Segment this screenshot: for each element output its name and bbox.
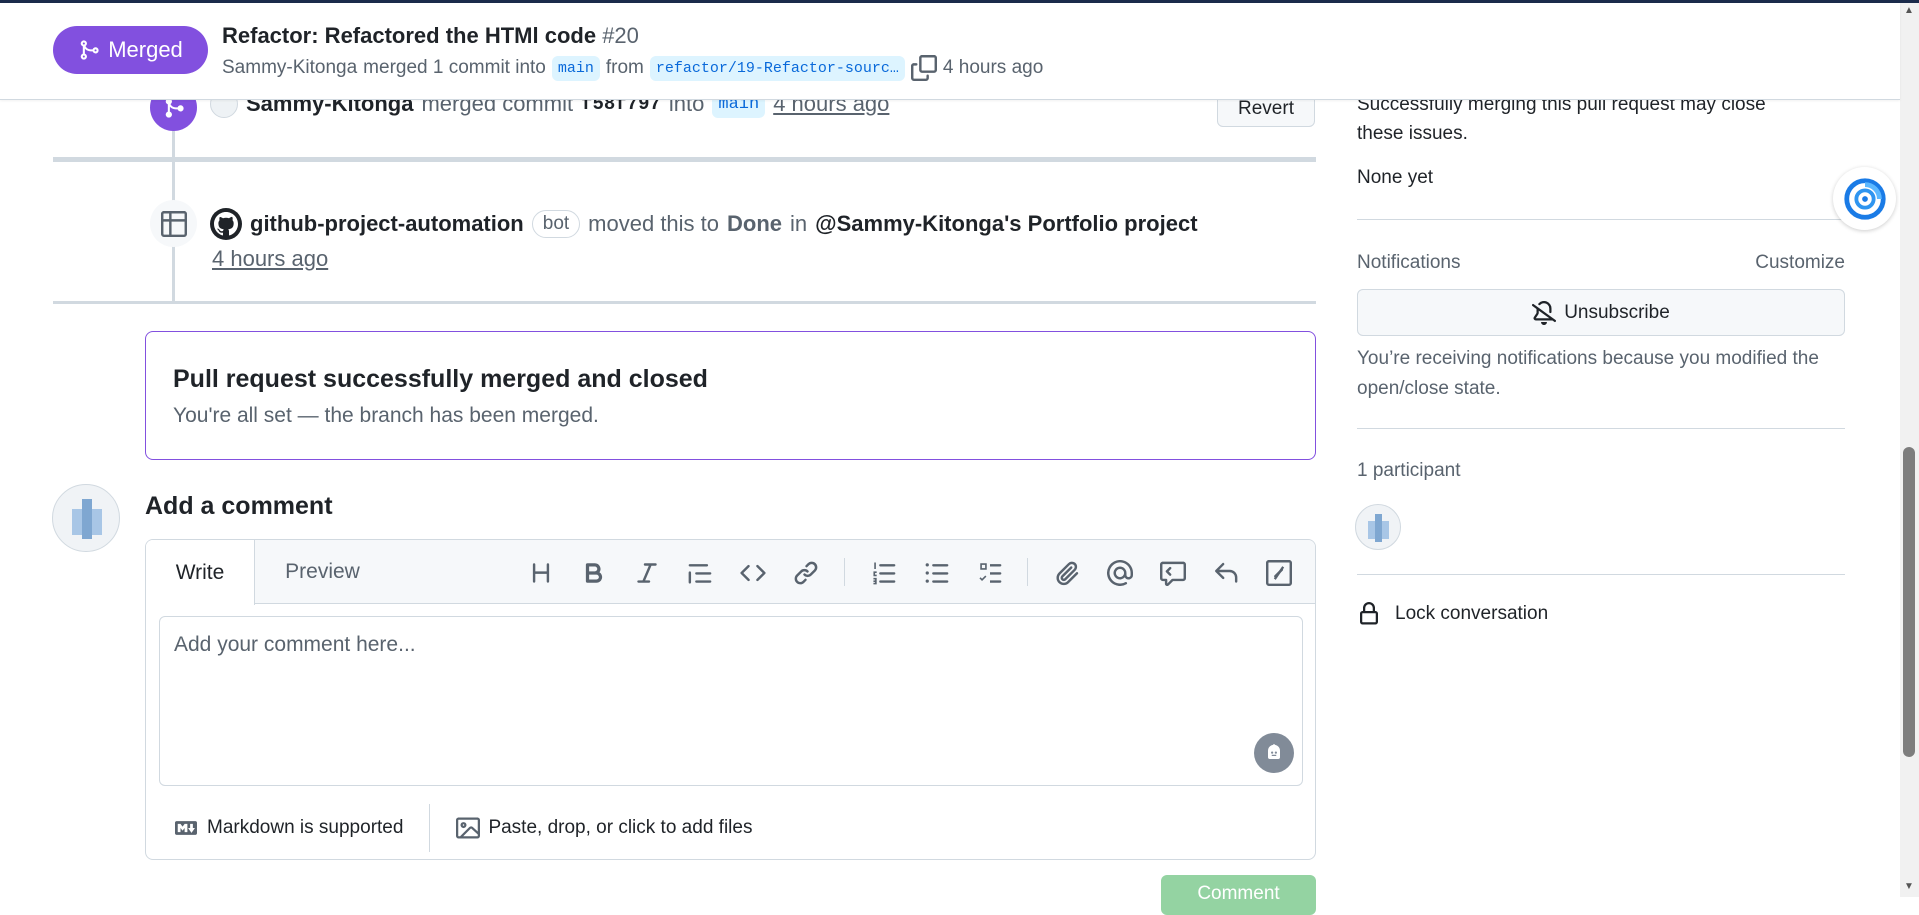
- customize-link[interactable]: Customize: [1755, 252, 1845, 274]
- add-comment-heading: Add a comment: [145, 492, 333, 520]
- bell-slash-icon: [1532, 300, 1557, 325]
- avatar[interactable]: [52, 484, 120, 552]
- merge-icon: [80, 40, 99, 60]
- merged-box-subtitle: You're all set — the branch has been mer…: [173, 404, 599, 427]
- project-event-time[interactable]: 4 hours ago: [212, 246, 328, 272]
- unordered-list-icon[interactable]: [922, 558, 952, 588]
- table-icon: [160, 210, 187, 237]
- github-logo-icon[interactable]: [210, 208, 242, 240]
- bot-label: bot: [531, 210, 581, 238]
- development-value: None yet: [1357, 167, 1434, 188]
- sidebar-divider: [1357, 428, 1845, 429]
- notification-reason: You’re receiving notifications because y…: [1357, 348, 1819, 399]
- italic-icon[interactable]: [632, 558, 662, 588]
- bold-icon[interactable]: [579, 558, 609, 588]
- attach-files-label: Paste, drop, or click to add files: [488, 817, 753, 838]
- markdown-hint-label: Markdown is supported: [207, 817, 404, 838]
- lock-icon: [1360, 602, 1378, 625]
- merged-status-label: Merged: [108, 37, 183, 62]
- project-event-text: github-project-automation bot moved this…: [210, 208, 1198, 240]
- markdown-hint[interactable]: Markdown is supported: [173, 817, 403, 839]
- attach-icon[interactable]: [1052, 558, 1082, 588]
- project-event-icon: [150, 200, 197, 247]
- numbered-list-icon[interactable]: [869, 558, 899, 588]
- lock-conversation[interactable]: Lock conversation: [1357, 601, 1548, 627]
- pr-author-link[interactable]: Sammy-Kitonga: [222, 57, 357, 79]
- image-icon: [456, 817, 481, 839]
- tab-write[interactable]: Write: [146, 540, 255, 605]
- lock-conversation-label: Lock conversation: [1395, 603, 1549, 624]
- project-event-in: in: [790, 211, 808, 236]
- participant-avatar[interactable]: [1355, 504, 1401, 550]
- project-event-action: moved this to: [588, 211, 720, 236]
- reference-icon[interactable]: [1158, 558, 1188, 588]
- pr-title-text: Refactor: Refactored the HTMl code: [222, 23, 597, 48]
- base-branch[interactable]: main: [551, 55, 600, 81]
- participants-label: 1 participant: [1357, 460, 1461, 481]
- unsubscribe-label: Unsubscribe: [1564, 301, 1670, 323]
- scrollbar-thumb[interactable]: [1903, 447, 1915, 757]
- pr-title[interactable]: Refactor: Refactored the HTMl code #20: [222, 23, 639, 49]
- merged-box-title: Pull request successfully merged and clo…: [173, 365, 708, 393]
- heading-icon[interactable]: [526, 558, 556, 588]
- pr-time[interactable]: 4 hours ago: [943, 57, 1043, 79]
- sidebar-divider: [1357, 574, 1845, 575]
- head-branch[interactable]: refactor/19-Refactor-sourc…: [649, 55, 905, 81]
- from-text: from: [605, 57, 644, 78]
- composer-toolbar: Write Preview: [146, 540, 1315, 605]
- composer-footer: Markdown is supported Paste, drop, or cl…: [146, 796, 1315, 859]
- project-event: github-project-automation bot moved this…: [150, 200, 1315, 280]
- slash-commands-icon[interactable]: [1264, 558, 1294, 588]
- task-list-icon[interactable]: [975, 558, 1005, 588]
- project-event-actor[interactable]: github-project-automation: [250, 211, 524, 237]
- timeline-divider: [53, 301, 1316, 304]
- project-link[interactable]: @Sammy-Kitonga's Portfolio project: [815, 211, 1197, 237]
- tab-preview[interactable]: Preview: [255, 540, 390, 604]
- comment-textarea-wrapper: [159, 616, 1303, 786]
- saved-replies-icon[interactable]: [1211, 558, 1241, 588]
- scroll-down-arrow[interactable]: ▼: [1903, 881, 1915, 893]
- comment-composer: Write Preview Add your comment here... M…: [145, 539, 1316, 860]
- timeline-divider: [53, 157, 1316, 162]
- sidebar-divider: [1357, 219, 1845, 220]
- pr-number: #20: [602, 23, 639, 48]
- toolbar-divider: [844, 558, 845, 586]
- assistant-swirl-icon[interactable]: [1833, 167, 1896, 230]
- copilot-icon[interactable]: [1254, 733, 1294, 773]
- mention-icon[interactable]: [1105, 558, 1135, 588]
- project-event-status: Done: [727, 211, 783, 236]
- attach-files-hint[interactable]: Paste, drop, or click to add files: [456, 816, 752, 840]
- notifications-header: Notifications Customize: [1357, 252, 1845, 274]
- copy-icon[interactable]: [910, 55, 937, 81]
- quote-icon[interactable]: [685, 558, 715, 588]
- footer-divider: [429, 804, 431, 852]
- comment-textarea[interactable]: [160, 617, 1302, 785]
- merged-status-badge: Merged: [53, 26, 208, 74]
- sticky-pr-header: Merged Refactor: Refactored the HTMl cod…: [0, 3, 1900, 100]
- pr-meta: Sammy-Kitonga merged 1 commit into main …: [222, 55, 1043, 81]
- code-icon[interactable]: [738, 558, 768, 588]
- link-icon[interactable]: [791, 558, 821, 588]
- scroll-up-arrow[interactable]: ▲: [1903, 5, 1915, 17]
- merged-text: merged 1 commit into: [363, 57, 546, 78]
- markdown-icon: [175, 821, 197, 835]
- unsubscribe-button[interactable]: Unsubscribe: [1357, 289, 1845, 336]
- toolbar-divider: [1027, 558, 1028, 586]
- notifications-label: Notifications: [1357, 252, 1461, 273]
- merged-status-box: Pull request successfully merged and clo…: [145, 331, 1316, 460]
- comment-submit-button[interactable]: Comment: [1161, 875, 1316, 915]
